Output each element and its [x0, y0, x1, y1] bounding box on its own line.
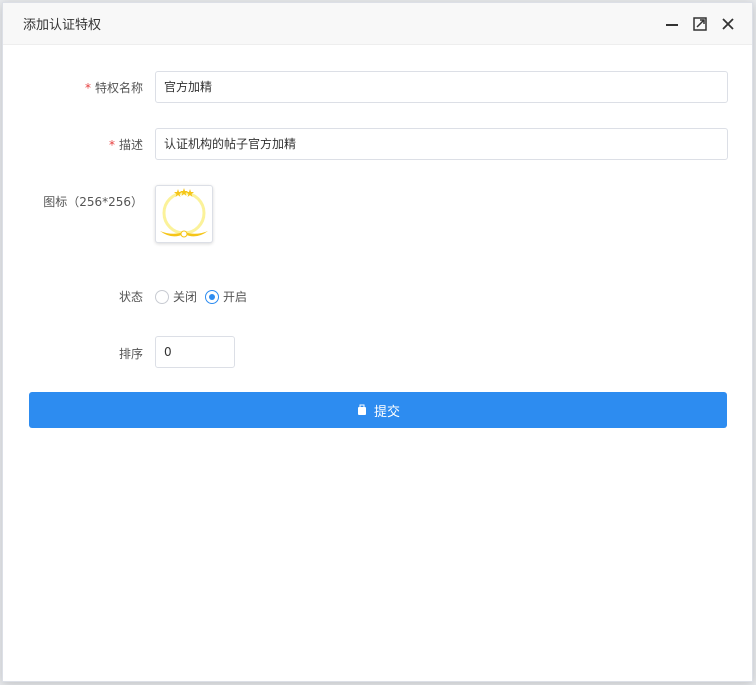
minimize-icon[interactable]: [664, 16, 680, 32]
name-label: * 特权名称: [84, 81, 143, 95]
form-row-icon: 图标（256*256）: [3, 185, 754, 245]
description-input[interactable]: 认证机构的帖子官方加精: [155, 128, 728, 160]
form-row-status: 状态 关闭 开启: [3, 286, 754, 306]
status-label: 状态: [118, 290, 143, 304]
order-label: 排序: [118, 347, 143, 361]
dialog-title: 添加认证特权: [23, 18, 102, 33]
status-option-on[interactable]: 开启: [205, 288, 247, 305]
required-mark: *: [108, 138, 115, 152]
submit-label: 提交: [373, 404, 400, 420]
icon-label: 图标（256*256）: [43, 195, 143, 209]
radio-dot[interactable]: [155, 289, 169, 304]
submit-button[interactable]: 提交: [29, 392, 727, 428]
radio-dot[interactable]: [205, 289, 220, 304]
required-mark: *: [84, 81, 91, 95]
bag-icon: [357, 404, 366, 415]
description-label: * 描述: [108, 138, 143, 152]
form-row-description: * 描述 认证机构的帖子官方加精: [3, 128, 754, 160]
form-row-order: 排序 0: [3, 336, 754, 368]
form-row-name: * 特权名称 官方加精: [3, 71, 754, 103]
name-input[interactable]: 官方加精: [155, 71, 728, 103]
maximize-icon[interactable]: [692, 16, 708, 32]
icon-upload[interactable]: [155, 185, 213, 243]
add-privilege-dialog: 添加认证特权 * 特权名称 官方加精 * 描述 认证机构的帖子官方加精 图标（256…: [2, 2, 753, 682]
order-input[interactable]: 0: [155, 336, 235, 368]
gold-wreath-badge-icon: [160, 188, 208, 238]
status-radio-group: 关闭 开启: [155, 288, 247, 305]
dialog-titlebar: 添加认证特权: [3, 3, 752, 45]
close-icon[interactable]: [720, 16, 736, 32]
status-option-off[interactable]: 关闭: [155, 288, 197, 305]
